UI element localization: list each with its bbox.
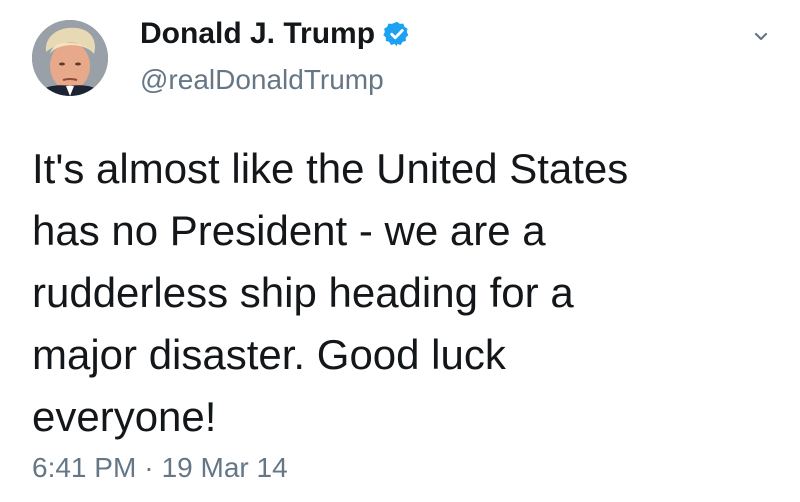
tweet-text-line: everyone! [32,393,217,440]
tweet-timestamp[interactable]: 6:41 PM · 19 Mar 14 [32,452,288,484]
avatar[interactable] [32,20,108,96]
verified-badge-icon [383,20,411,48]
tweet-text: It's almost like the United States has n… [32,138,772,448]
tweet-card: Donald J. Trump @realDonaldTrump It's al… [0,0,800,502]
author-name-row: Donald J. Trump [140,14,411,54]
tweet-time: 6:41 PM [32,452,137,483]
avatar-image [32,20,108,96]
author-display-name[interactable]: Donald J. Trump [140,17,375,51]
chevron-down-icon[interactable] [748,24,774,50]
author-handle[interactable]: @realDonaldTrump [140,64,384,96]
tweet-date: 19 Mar 14 [161,452,288,483]
tweet-text-line: has no President - we are a [32,207,546,254]
tweet-text-line: It's almost like the United States [32,145,629,192]
timestamp-separator: · [144,452,154,483]
tweet-text-line: major disaster. Good luck [32,331,506,378]
tweet-text-line: rudderless ship heading for a [32,269,574,316]
